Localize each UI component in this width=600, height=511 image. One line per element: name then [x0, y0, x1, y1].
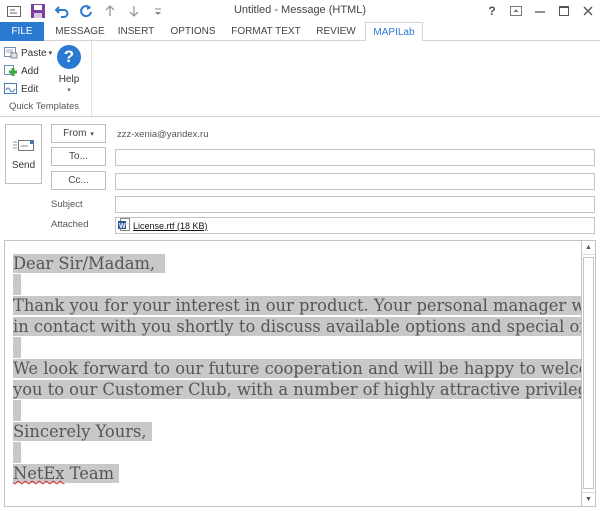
help-caret-icon: ▾ [67, 87, 71, 94]
help-button[interactable]: ? Help ▾ [54, 45, 84, 94]
blank-line-marker [13, 442, 21, 463]
tab-options[interactable]: OPTIONS [166, 22, 220, 41]
ribbon-tabs: FILE MESSAGE INSERT OPTIONS FORMAT TEXT … [0, 22, 600, 42]
body-signature-misspelled: NetEx [13, 464, 65, 483]
word-document-icon: W [118, 217, 130, 234]
subject-label: Subject [51, 199, 83, 210]
to-button[interactable]: To... [51, 147, 106, 166]
blank-line-marker [13, 337, 21, 358]
message-body-editor[interactable]: Dear Sir/Madam, Thank you for your inter… [4, 240, 596, 507]
from-button[interactable]: From ▾ [51, 124, 106, 143]
edit-template-icon [4, 83, 18, 95]
scroll-down-icon[interactable]: ▼ [582, 492, 595, 506]
body-paragraph-1-line-2: in contact with you shortly to discuss a… [13, 317, 595, 336]
from-caret-icon: ▾ [90, 130, 94, 138]
paste-button[interactable]: Paste ▾ [4, 45, 52, 61]
cc-label: Cc... [68, 175, 89, 186]
tab-format-text[interactable]: FORMAT TEXT [227, 22, 305, 41]
body-paragraph-2-line-2: you to our Customer Club, with a number … [13, 380, 595, 399]
quick-templates-group: Paste ▾ Add Edit ? Help ▾ Quick Template… [0, 41, 92, 116]
from-value: zzz-xenia@yandex.ru [117, 129, 209, 140]
to-input[interactable] [115, 149, 595, 166]
send-button[interactable]: Send [5, 124, 42, 184]
svg-text:W: W [119, 223, 126, 230]
body-paragraph-1-line-1: Thank you for your interest in our produ… [13, 296, 595, 315]
tab-message[interactable]: MESSAGE [52, 22, 108, 41]
body-paragraph-2-line-1: We look forward to our future cooperatio… [13, 359, 595, 378]
edit-label: Edit [21, 83, 39, 95]
cc-input[interactable] [115, 173, 595, 190]
attachment-link[interactable]: License.rtf (18 KB) [133, 221, 208, 231]
paste-label: Paste [21, 47, 47, 59]
minimize-icon[interactable] [528, 0, 552, 22]
tab-mapilab[interactable]: MAPILab [365, 22, 423, 42]
blank-line-marker [13, 274, 21, 295]
blank-line-marker [13, 400, 21, 421]
ribbon: Paste ▾ Add Edit ? Help ▾ Quick Template… [0, 41, 600, 117]
from-label: From [63, 128, 87, 139]
vertical-scrollbar[interactable]: ▲ ▼ [581, 241, 595, 506]
paste-template-icon [4, 47, 18, 59]
ribbon-display-options-icon[interactable] [504, 0, 528, 22]
add-label: Add [21, 65, 39, 77]
to-label: To... [69, 151, 88, 162]
body-closing: Sincerely Yours, [13, 422, 147, 441]
group-label-quick-templates: Quick Templates [8, 101, 80, 112]
edit-button[interactable]: Edit [4, 81, 38, 97]
body-greeting: Dear Sir/Madam, [13, 254, 156, 273]
add-button[interactable]: Add [4, 63, 39, 79]
body-signature-rest: Team [64, 464, 115, 483]
cc-button[interactable]: Cc... [51, 171, 106, 190]
tab-review[interactable]: REVIEW [311, 22, 361, 41]
subject-input[interactable] [115, 196, 595, 213]
attached-label: Attached [51, 219, 89, 230]
maximize-icon[interactable] [552, 0, 576, 22]
title-bar: Untitled - Message (HTML) ? [0, 0, 600, 22]
message-body[interactable]: Dear Sir/Madam, Thank you for your inter… [13, 253, 595, 484]
close-icon[interactable] [576, 0, 600, 22]
help-icon[interactable]: ? [480, 0, 504, 22]
tab-insert[interactable]: INSERT [113, 22, 159, 41]
attachments-field: W License.rtf (18 KB) [115, 217, 595, 234]
window-controls: ? [480, 0, 600, 22]
scroll-thumb[interactable] [583, 257, 594, 489]
send-envelope-icon [12, 139, 35, 154]
paste-caret-icon: ▾ [48, 50, 53, 57]
help-label: Help [58, 74, 80, 85]
help-circle-icon: ? [57, 45, 81, 69]
tab-file[interactable]: FILE [0, 22, 44, 41]
scroll-up-icon[interactable]: ▲ [582, 241, 595, 255]
add-template-icon [4, 65, 18, 77]
send-label: Send [11, 160, 36, 171]
